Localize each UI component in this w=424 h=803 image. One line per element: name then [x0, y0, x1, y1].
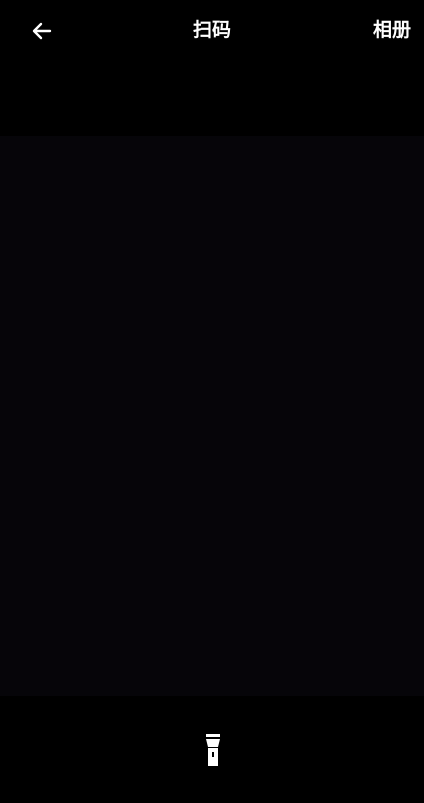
flashlight-icon [206, 734, 220, 766]
album-button[interactable]: 相册 [373, 16, 411, 44]
flashlight-button[interactable] [198, 730, 228, 770]
page-title: 扫码 [192, 19, 231, 41]
camera-preview [0, 136, 424, 696]
scan-screen: 扫码 相册 [0, 0, 424, 803]
header-bar: 扫码 相册 [0, 0, 424, 62]
